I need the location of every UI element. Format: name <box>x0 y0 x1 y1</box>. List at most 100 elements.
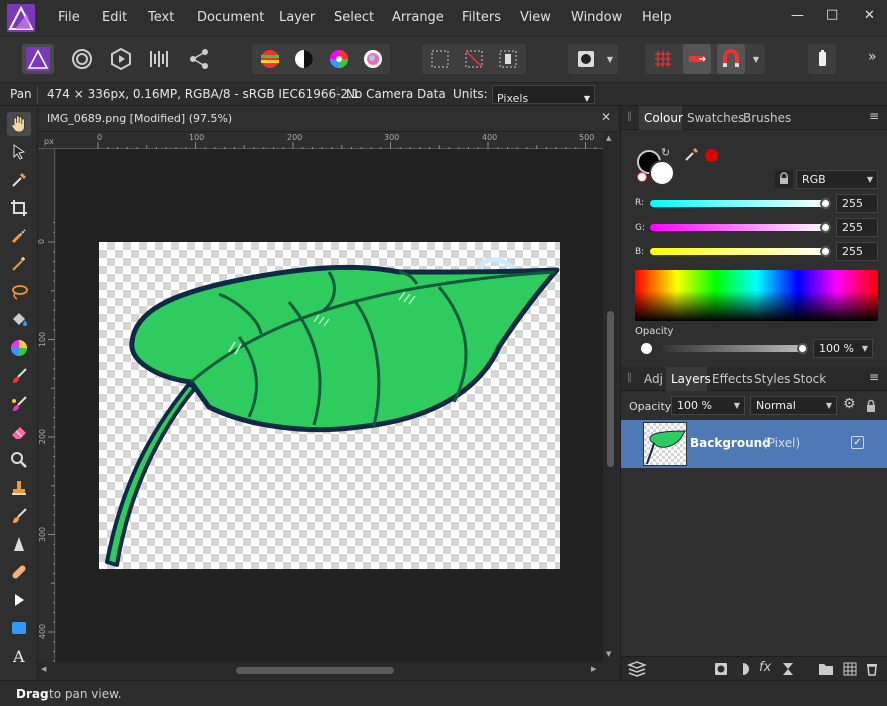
snapping-dropdown[interactable]: ▼ <box>749 44 763 74</box>
menu-window[interactable]: Window <box>571 10 622 25</box>
live-filter-icon[interactable] <box>782 662 794 676</box>
scroll-left-icon[interactable]: ◀ <box>41 665 46 673</box>
green-slider-knob[interactable] <box>820 222 831 233</box>
gradient-tool[interactable] <box>7 336 31 360</box>
no-colour-icon[interactable] <box>637 172 647 182</box>
clone-brush-tool[interactable] <box>7 476 31 500</box>
tab-brushes[interactable]: Brushes <box>743 111 791 125</box>
opacity-slider-knob[interactable] <box>797 343 808 354</box>
add-pixel-layer-icon[interactable] <box>843 662 857 676</box>
invert-selection-button[interactable] <box>494 44 522 74</box>
document-canvas[interactable] <box>99 242 560 569</box>
fx-icon[interactable]: fx <box>759 660 771 675</box>
tab-effects[interactable]: Effects <box>712 372 753 386</box>
trash-icon[interactable] <box>866 662 878 676</box>
force-pixel-alignment-button[interactable] <box>683 44 711 74</box>
sharpen-brush-tool[interactable] <box>7 532 31 556</box>
group-folder-icon[interactable] <box>818 662 834 676</box>
snapping-button[interactable] <box>717 44 745 74</box>
auto-white-balance-button[interactable] <box>359 44 387 74</box>
menu-filters[interactable]: Filters <box>462 10 501 25</box>
menu-view[interactable]: View <box>520 10 551 25</box>
menu-document[interactable]: Document <box>197 10 264 25</box>
select-all-button[interactable] <box>426 44 454 74</box>
colour-replacement-tool[interactable] <box>7 392 31 416</box>
liquify-persona-button[interactable] <box>68 44 96 74</box>
layer-row-background[interactable]: Background (Pixel) ✓ <box>621 420 887 468</box>
photo-persona-button[interactable] <box>22 44 54 74</box>
menu-help[interactable]: Help <box>642 10 672 25</box>
menu-select[interactable]: Select <box>334 10 374 25</box>
tab-stock[interactable]: Stock <box>793 372 826 386</box>
layers-stack-icon[interactable] <box>627 661 647 677</box>
freehand-selection-tool[interactable] <box>7 280 31 304</box>
layer-visibility-checkbox[interactable]: ✓ <box>851 436 864 449</box>
flood-select-tool[interactable] <box>7 252 31 276</box>
rectangle-tool[interactable] <box>7 616 31 640</box>
blue-value-field[interactable]: 255 <box>836 242 878 261</box>
green-slider[interactable] <box>650 224 830 231</box>
blend-mode-select[interactable]: Normal ▼ <box>750 396 837 415</box>
red-slider[interactable] <box>650 200 830 207</box>
artistic-text-tool[interactable]: A <box>7 644 31 668</box>
zoom-tool[interactable] <box>7 448 31 472</box>
colour-opacity-field[interactable]: 100 % ▼ <box>813 339 873 358</box>
quick-mask-dropdown[interactable]: ▼ <box>603 44 617 74</box>
gear-icon[interactable]: ⚙ <box>843 396 856 412</box>
auto-contrast-button[interactable] <box>290 44 318 74</box>
horizontal-scroll-thumb[interactable] <box>236 667 394 674</box>
close-document-button[interactable]: ✕ <box>601 110 611 124</box>
horizontal-scrollbar[interactable]: ◀ ▶ <box>38 662 603 678</box>
adjustment-icon[interactable] <box>736 662 750 676</box>
node-tool[interactable] <box>7 588 31 612</box>
auto-levels-button[interactable] <box>256 44 284 74</box>
colour-spectrum[interactable] <box>635 270 878 321</box>
blue-slider[interactable] <box>650 248 830 255</box>
green-value-field[interactable]: 255 <box>836 218 878 237</box>
vertical-scroll-thumb[interactable] <box>607 311 614 467</box>
opacity-slider[interactable] <box>661 345 803 352</box>
quick-mask-button[interactable] <box>572 44 600 74</box>
tab-styles[interactable]: Styles <box>754 372 790 386</box>
blue-slider-knob[interactable] <box>820 246 831 257</box>
vertical-scrollbar[interactable]: ▲ ▼ <box>603 132 618 662</box>
patch-tool[interactable] <box>7 560 31 584</box>
pixel-grid-button[interactable] <box>649 44 677 74</box>
menu-layer[interactable]: Layer <box>279 10 315 25</box>
auto-colours-button[interactable] <box>325 44 353 74</box>
lock-icon[interactable] <box>865 399 877 413</box>
tab-swatches[interactable]: Swatches <box>687 111 744 125</box>
panel-menu-icon[interactable]: ≡ <box>869 370 879 384</box>
document-tab[interactable]: IMG_0689.png [Modified] (97.5%) ✕ <box>38 106 618 132</box>
menu-text[interactable]: Text <box>148 10 174 25</box>
lock-icon[interactable] <box>775 170 793 188</box>
menu-file[interactable]: File <box>58 10 80 25</box>
eyedropper-icon[interactable] <box>684 146 700 162</box>
colour-model-select[interactable]: RGB ▼ <box>796 170 878 189</box>
scroll-down-icon[interactable]: ▼ <box>606 650 611 658</box>
flood-fill-tool[interactable] <box>7 308 31 332</box>
menu-arrange[interactable]: Arrange <box>392 10 444 25</box>
paint-brush-tool[interactable] <box>7 364 31 388</box>
blemish-removal-tool[interactable] <box>7 504 31 528</box>
units-select[interactable]: Pixels ▼ <box>492 85 595 105</box>
tone-mapping-persona-button[interactable] <box>145 44 173 74</box>
add-mask-icon[interactable] <box>714 662 728 676</box>
colour-picker-tool[interactable] <box>7 168 31 192</box>
deselect-button[interactable] <box>460 44 488 74</box>
toolbar-overflow-button[interactable]: » <box>868 49 877 65</box>
develop-persona-button[interactable] <box>107 44 135 74</box>
panel-menu-icon[interactable]: ≡ <box>869 109 879 123</box>
close-window-button[interactable]: ✕ <box>864 8 875 23</box>
view-tool[interactable] <box>7 112 31 136</box>
swap-colours-icon[interactable]: ↻ <box>661 146 670 159</box>
tab-adjustments[interactable]: Adj <box>644 372 663 386</box>
layer-opacity-field[interactable]: 100 % ▼ <box>671 396 745 415</box>
menu-edit[interactable]: Edit <box>102 10 127 25</box>
scroll-right-icon[interactable]: ▶ <box>591 665 596 673</box>
assistant-button[interactable] <box>808 44 836 74</box>
export-persona-button[interactable] <box>185 44 213 74</box>
selection-brush-tool[interactable] <box>7 224 31 248</box>
secondary-colour-well[interactable] <box>649 160 675 186</box>
scroll-up-icon[interactable]: ▲ <box>606 134 611 142</box>
